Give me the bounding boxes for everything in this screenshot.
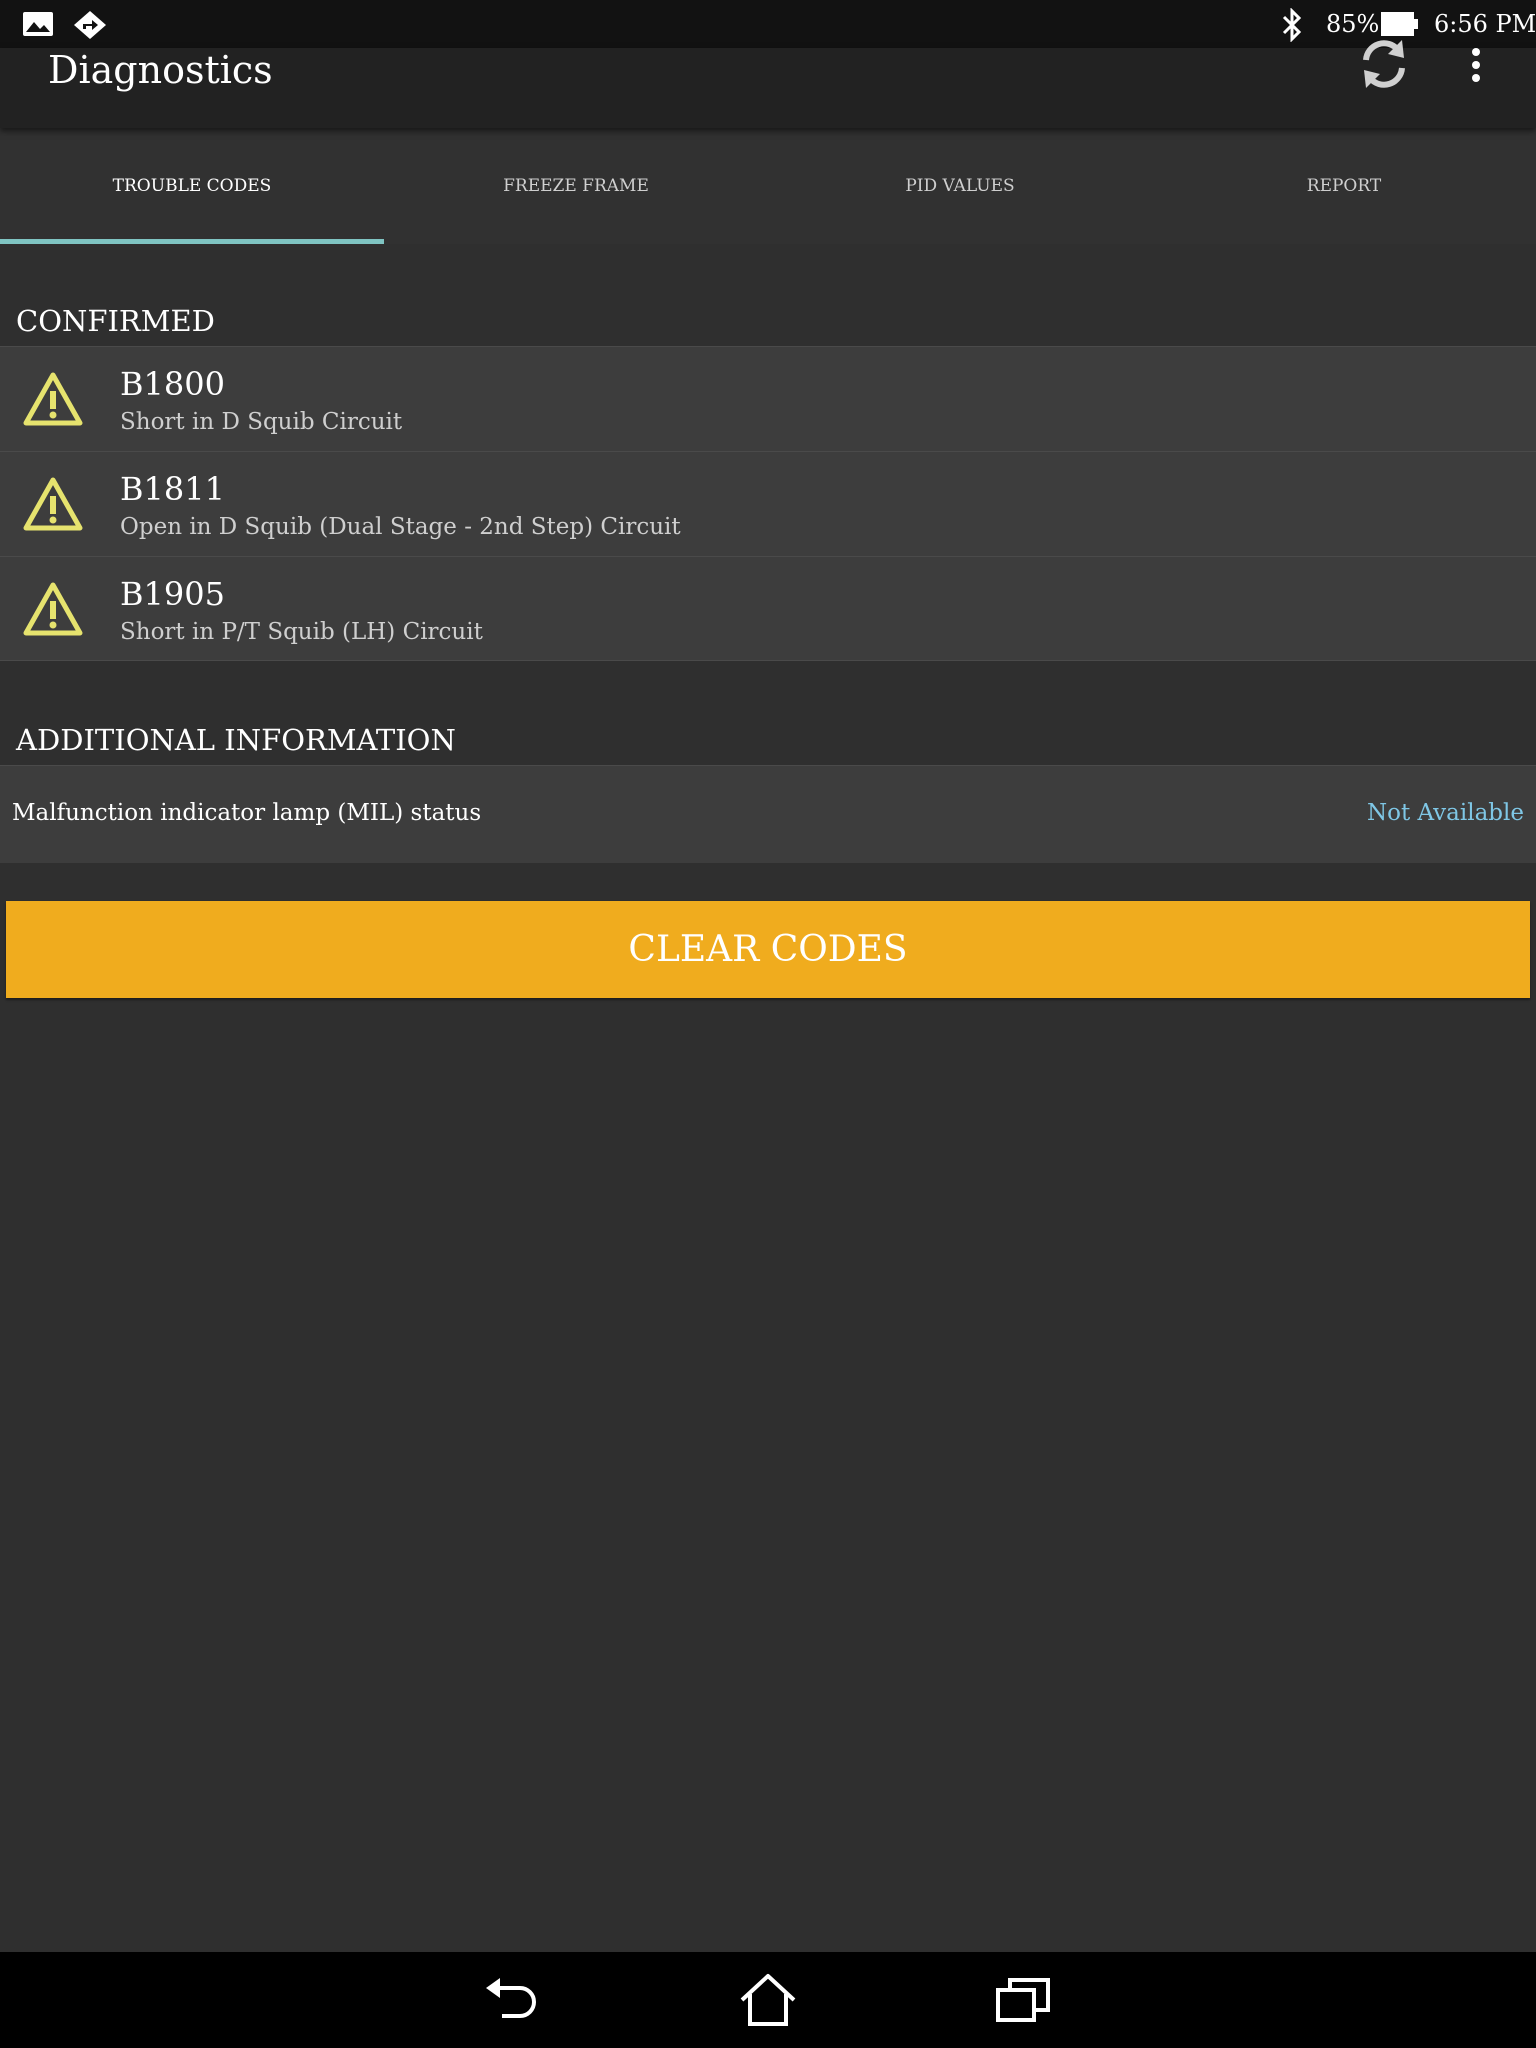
active-tab-indicator: [0, 239, 384, 244]
action-bar: Diagnostics: [0, 40, 1536, 128]
tab-freeze-frame[interactable]: FREEZE FRAME: [384, 128, 768, 244]
trouble-code-description: Short in P/T Squib (LH) Circuit: [120, 619, 483, 645]
clock: 6:56 PM: [1434, 10, 1536, 38]
trouble-code-list: B1800 Short in D Squib Circuit B1811 Ope…: [0, 346, 1536, 661]
bluetooth-icon: [1282, 8, 1302, 42]
tab-pid-values[interactable]: PID VALUES: [768, 128, 1152, 244]
battery-icon: [1381, 12, 1418, 36]
tab-trouble-codes[interactable]: TROUBLE CODES: [0, 128, 384, 244]
home-icon[interactable]: [736, 1970, 800, 2030]
confirmed-section-header: CONFIRMED: [16, 304, 215, 338]
trouble-code-description: Open in D Squib (Dual Stage - 2nd Step) …: [120, 514, 681, 540]
trouble-code: B1905: [120, 575, 225, 613]
warning-icon: [23, 582, 83, 636]
status-bar: 85% 6:56 PM: [0, 0, 1536, 48]
recents-icon[interactable]: [992, 1970, 1056, 2030]
back-icon[interactable]: [480, 1970, 544, 2030]
trouble-code-row[interactable]: B1905 Short in P/T Squib (LH) Circuit: [0, 556, 1536, 661]
overflow-menu-icon[interactable]: [1462, 48, 1490, 86]
clear-codes-button[interactable]: CLEAR CODES: [6, 901, 1530, 998]
tab-bar: TROUBLE CODES FREEZE FRAME PID VALUES RE…: [0, 128, 1536, 244]
trouble-code: B1800: [120, 365, 225, 403]
trouble-code-row[interactable]: B1811 Open in D Squib (Dual Stage - 2nd …: [0, 451, 1536, 556]
image-icon: [23, 12, 53, 36]
system-navigation-bar: [0, 1952, 1536, 2048]
tab-report[interactable]: REPORT: [1152, 128, 1536, 244]
mil-status-row[interactable]: Malfunction indicator lamp (MIL) status …: [0, 765, 1536, 863]
mil-status-value: Not Available: [1366, 800, 1524, 826]
trouble-code-row[interactable]: B1800 Short in D Squib Circuit: [0, 346, 1536, 451]
refresh-icon[interactable]: [1358, 36, 1410, 92]
tab-label: TROUBLE CODES: [112, 176, 272, 196]
tab-label: PID VALUES: [905, 176, 1015, 196]
mil-status-label: Malfunction indicator lamp (MIL) status: [12, 800, 482, 826]
warning-icon: [23, 372, 83, 426]
navigation-diamond-icon: [74, 11, 106, 39]
additional-info-section-header: ADDITIONAL INFORMATION: [16, 723, 456, 757]
tab-label: FREEZE FRAME: [503, 176, 649, 196]
trouble-code-description: Short in D Squib Circuit: [120, 409, 403, 435]
trouble-code: B1811: [120, 470, 225, 508]
tab-label: REPORT: [1306, 176, 1382, 196]
battery-percent: 85%: [1326, 10, 1380, 38]
page-title: Diagnostics: [48, 48, 273, 92]
warning-icon: [23, 477, 83, 531]
